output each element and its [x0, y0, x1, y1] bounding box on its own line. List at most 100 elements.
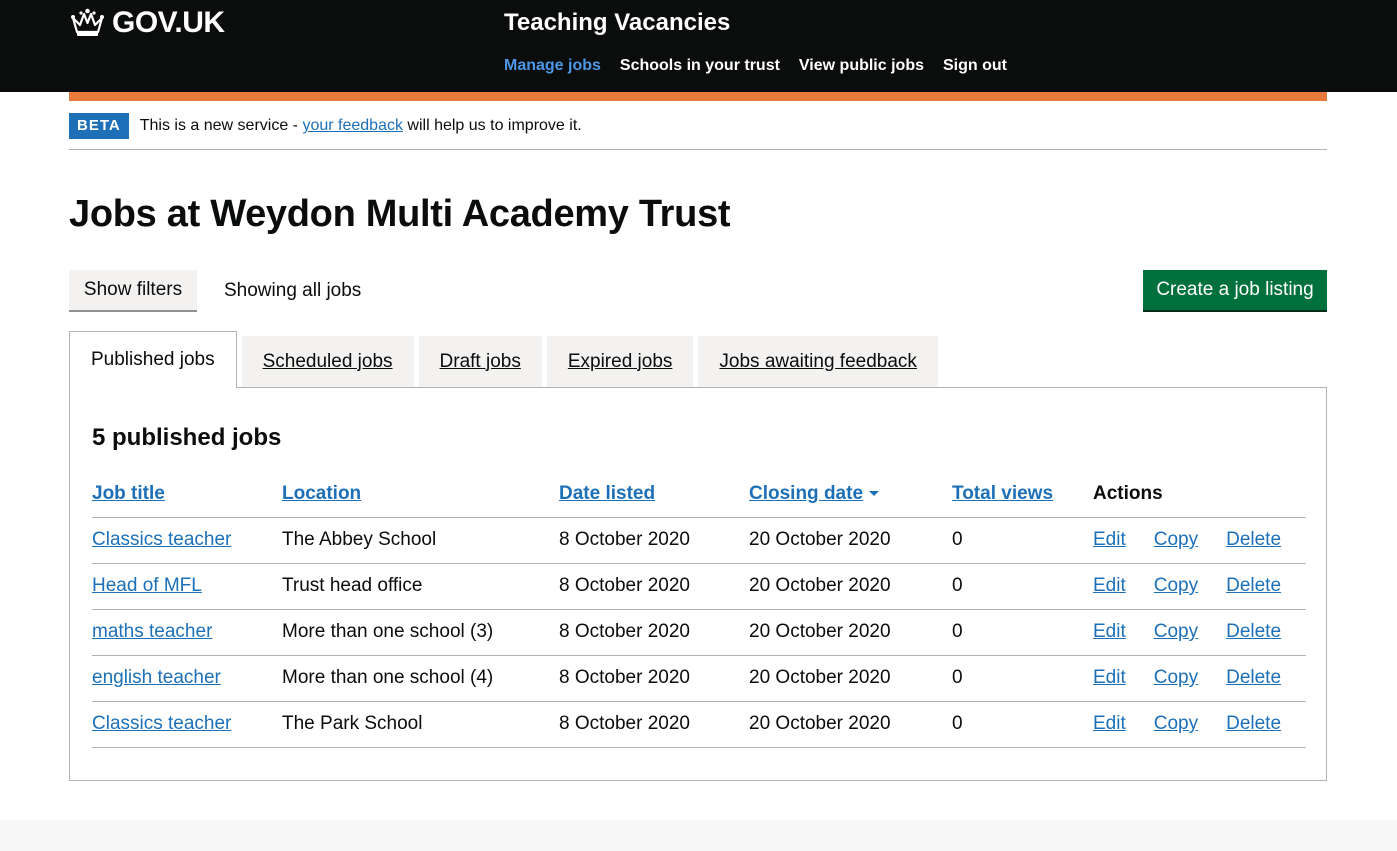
sort-descending-icon — [869, 491, 880, 497]
column-header-closing-date: Closing date — [749, 471, 952, 518]
copy-link[interactable]: Copy — [1154, 667, 1198, 688]
table-row: Classics teacher The Abbey School 8 Octo… — [92, 517, 1306, 564]
edit-link[interactable]: Edit — [1093, 713, 1126, 734]
job-actions: Edit Copy Delete — [1093, 655, 1306, 702]
tab-label: Draft jobs — [439, 350, 521, 372]
job-location: The Abbey School — [282, 517, 559, 564]
sort-by-location-link[interactable]: Location — [282, 483, 361, 504]
table-row: Classics teacher The Park School 8 Octob… — [92, 701, 1306, 748]
job-location: More than one school (3) — [282, 609, 559, 656]
job-location: Trust head office — [282, 563, 559, 610]
tab-label: Expired jobs — [567, 350, 673, 372]
beta-divider — [69, 149, 1327, 150]
job-title-link[interactable]: Classics teacher — [92, 529, 231, 550]
column-header-date-listed: Date listed — [559, 471, 749, 518]
service-name[interactable]: Teaching Vacancies — [504, 9, 730, 37]
sort-by-date-listed-link[interactable]: Date listed — [559, 483, 655, 504]
crown-icon — [71, 8, 104, 36]
copy-link[interactable]: Copy — [1154, 575, 1198, 596]
show-filters-button[interactable]: Show filters — [69, 270, 197, 312]
nav-manage-jobs[interactable]: Manage jobs — [504, 57, 601, 75]
job-closing-date: 20 October 2020 — [749, 701, 952, 748]
sort-by-total-views-link[interactable]: Total views — [952, 483, 1053, 504]
edit-link[interactable]: Edit — [1093, 621, 1126, 642]
beta-banner: BETA This is a new service - your feedba… — [69, 113, 582, 139]
copy-link[interactable]: Copy — [1154, 713, 1198, 734]
published-jobs-panel: 5 published jobs Job title Location Date… — [69, 387, 1327, 781]
beta-message: This is a new service - your feedback wi… — [140, 117, 582, 135]
job-total-views: 0 — [952, 517, 1093, 564]
job-total-views: 0 — [952, 701, 1093, 748]
job-date-listed: 8 October 2020 — [559, 563, 749, 610]
job-actions: Edit Copy Delete — [1093, 563, 1306, 610]
job-total-views: 0 — [952, 563, 1093, 610]
delete-link[interactable]: Delete — [1226, 529, 1281, 550]
site-header: GOV.UK Teaching Vacancies Manage jobs Sc… — [0, 0, 1397, 92]
table-header-row: Job title Location Date listed Closing d… — [92, 471, 1306, 518]
job-date-listed: 8 October 2020 — [559, 655, 749, 702]
job-total-views: 0 — [952, 655, 1093, 702]
nav-schools-in-your-trust[interactable]: Schools in your trust — [620, 57, 780, 75]
beta-text-before: This is a new service - — [139, 117, 303, 134]
delete-link[interactable]: Delete — [1226, 713, 1281, 734]
column-header-location: Location — [282, 471, 559, 518]
job-closing-date: 20 October 2020 — [749, 655, 952, 702]
logo-text: GOV.UK — [112, 6, 225, 39]
beta-text-after: will help us to improve it. — [402, 117, 582, 134]
job-actions: Edit Copy Delete — [1093, 609, 1306, 656]
column-header-total-views: Total views — [952, 471, 1093, 518]
edit-link[interactable]: Edit — [1093, 575, 1126, 596]
table-row: english teacher More than one school (4)… — [92, 655, 1306, 702]
tab-jobs-awaiting-feedback[interactable]: Jobs awaiting feedback — [698, 336, 938, 387]
feedback-link[interactable]: your feedback — [302, 117, 403, 134]
sort-by-closing-date-link[interactable]: Closing date — [749, 483, 863, 504]
job-title-link[interactable]: Classics teacher — [92, 713, 231, 734]
job-closing-date: 20 October 2020 — [749, 517, 952, 564]
sort-by-job-title-link[interactable]: Job title — [92, 483, 165, 504]
tab-expired-jobs[interactable]: Expired jobs — [546, 336, 694, 387]
copy-link[interactable]: Copy — [1154, 529, 1198, 550]
column-header-actions: Actions — [1093, 471, 1306, 518]
nav-view-public-jobs[interactable]: View public jobs — [799, 57, 924, 75]
jobs-table: Job title Location Date listed Closing d… — [92, 471, 1306, 748]
job-date-listed: 8 October 2020 — [559, 701, 749, 748]
edit-link[interactable]: Edit — [1093, 667, 1126, 688]
job-title-link[interactable]: english teacher — [92, 667, 221, 688]
header-navigation: Manage jobs Schools in your trust View p… — [504, 57, 1007, 75]
tab-label: Published jobs — [91, 349, 215, 370]
column-header-job-title: Job title — [92, 471, 282, 518]
govuk-logo[interactable]: GOV.UK — [69, 8, 225, 38]
job-tabs: Published jobs Scheduled jobs Draft jobs… — [69, 331, 943, 388]
job-total-views: 0 — [952, 609, 1093, 656]
job-actions: Edit Copy Delete — [1093, 517, 1306, 564]
job-date-listed: 8 October 2020 — [559, 609, 749, 656]
tab-label: Scheduled jobs — [262, 350, 393, 372]
job-actions: Edit Copy Delete — [1093, 701, 1306, 748]
job-title-link[interactable]: Head of MFL — [92, 575, 202, 596]
job-date-listed: 8 October 2020 — [559, 517, 749, 564]
job-closing-date: 20 October 2020 — [749, 609, 952, 656]
nav-sign-out[interactable]: Sign out — [943, 57, 1007, 75]
delete-link[interactable]: Delete — [1226, 667, 1281, 688]
header-accent-bar — [69, 92, 1327, 101]
job-location: More than one school (4) — [282, 655, 559, 702]
create-job-listing-button[interactable]: Create a job listing — [1143, 270, 1327, 312]
page-title: Jobs at Weydon Multi Academy Trust — [69, 193, 731, 235]
filter-status: Showing all jobs — [224, 280, 362, 301]
tab-published-jobs[interactable]: Published jobs — [69, 331, 237, 388]
tab-label: Jobs awaiting feedback — [719, 350, 917, 372]
job-closing-date: 20 October 2020 — [749, 563, 952, 610]
table-row: maths teacher More than one school (3) 8… — [92, 609, 1306, 656]
panel-title: 5 published jobs — [92, 424, 282, 451]
edit-link[interactable]: Edit — [1093, 529, 1126, 550]
job-title-link[interactable]: maths teacher — [92, 621, 212, 642]
delete-link[interactable]: Delete — [1226, 621, 1281, 642]
beta-tag: BETA — [69, 113, 129, 139]
tab-draft-jobs[interactable]: Draft jobs — [418, 336, 542, 387]
tab-scheduled-jobs[interactable]: Scheduled jobs — [241, 336, 414, 387]
footer-strip — [0, 820, 1397, 851]
copy-link[interactable]: Copy — [1154, 621, 1198, 642]
table-row: Head of MFL Trust head office 8 October … — [92, 563, 1306, 610]
delete-link[interactable]: Delete — [1226, 575, 1281, 596]
job-location: The Park School — [282, 701, 559, 748]
